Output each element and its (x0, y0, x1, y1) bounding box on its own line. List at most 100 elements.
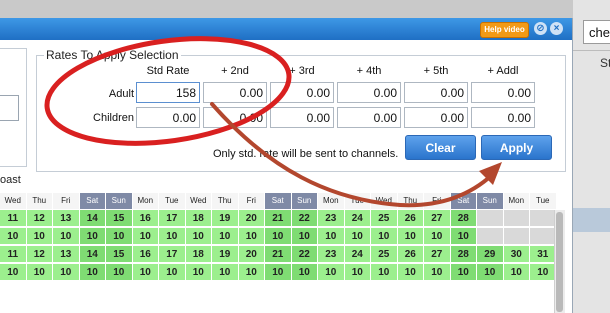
calendar-cell[interactable]: 14 (79, 246, 106, 263)
calendar-cell[interactable]: 10 (132, 228, 159, 245)
calendar-cell[interactable]: 10 (397, 264, 424, 281)
calendar-cell[interactable]: 10 (53, 228, 80, 245)
background-selected-row[interactable] (573, 208, 610, 232)
adult-2nd-input[interactable]: 0.00 (203, 82, 267, 103)
calendar-cell[interactable]: 12 (26, 210, 53, 227)
calendar-cell[interactable]: 13 (53, 246, 80, 263)
calendar-cell[interactable] (477, 228, 504, 245)
calendar-cell[interactable]: 25 (371, 210, 398, 227)
calendar-cell[interactable]: 10 (265, 264, 292, 281)
calendar-cell[interactable]: 10 (371, 228, 398, 245)
calendar-cell[interactable]: 10 (26, 228, 53, 245)
calendar-cell[interactable]: 28 (450, 210, 477, 227)
calendar-cell[interactable] (477, 210, 504, 227)
calendar-cell[interactable]: 16 (132, 246, 159, 263)
calendar-cell[interactable]: 26 (397, 246, 424, 263)
calendar-cell[interactable]: 10 (26, 264, 53, 281)
calendar-cell[interactable]: 10 (212, 228, 239, 245)
calendar-cell[interactable]: 11 (0, 246, 27, 263)
calendar-cell[interactable]: 24 (344, 246, 371, 263)
calendar-cell[interactable]: 10 (344, 264, 371, 281)
calendar-cell[interactable] (530, 228, 557, 245)
calendar-cell[interactable]: 13 (53, 210, 80, 227)
calendar-cell[interactable]: 16 (132, 210, 159, 227)
calendar-cell[interactable]: 10 (450, 264, 477, 281)
left-input-field[interactable] (0, 95, 19, 121)
calendar-cell[interactable]: 18 (185, 246, 212, 263)
calendar-cell[interactable]: 20 (238, 246, 265, 263)
calendar-cell[interactable]: 22 (291, 210, 318, 227)
calendar-cell[interactable]: 10 (106, 264, 133, 281)
clear-button[interactable]: Clear (405, 135, 476, 160)
calendar-cell[interactable]: 10 (238, 264, 265, 281)
calendar-cell[interactable]: 10 (79, 264, 106, 281)
calendar-cell[interactable]: 27 (424, 246, 451, 263)
children-3rd-input[interactable]: 0.00 (270, 107, 334, 128)
calendar-cell[interactable]: 15 (106, 246, 133, 263)
calendar-cell[interactable]: 10 (503, 264, 530, 281)
calendar-cell[interactable]: 22 (291, 246, 318, 263)
background-column-header[interactable]: Std (573, 50, 610, 74)
calendar-cell[interactable]: 18 (185, 210, 212, 227)
calendar-cell[interactable]: 10 (344, 228, 371, 245)
scrollbar-thumb[interactable] (556, 212, 563, 312)
calendar-cell[interactable]: 10 (79, 228, 106, 245)
calendar-cell[interactable]: 10 (450, 228, 477, 245)
calendar-cell[interactable]: 10 (318, 228, 345, 245)
children-std-rate-input[interactable]: 0.00 (136, 107, 200, 128)
calendar-cell[interactable]: 10 (477, 264, 504, 281)
calendar-cell[interactable]: 12 (26, 246, 53, 263)
background-search-input[interactable]: che (583, 20, 610, 44)
calendar-cell[interactable]: 10 (132, 264, 159, 281)
adult-5th-input[interactable]: 0.00 (404, 82, 468, 103)
minimize-icon[interactable]: ⊘ (534, 22, 547, 35)
calendar-cell[interactable]: 10 (53, 264, 80, 281)
calendar-cell[interactable]: 11 (0, 210, 27, 227)
calendar-cell[interactable] (530, 210, 557, 227)
calendar-cell[interactable]: 30 (503, 246, 530, 263)
calendar-cell[interactable]: 10 (424, 228, 451, 245)
adult-addl-input[interactable]: 0.00 (471, 82, 535, 103)
calendar-cell[interactable]: 10 (0, 228, 27, 245)
calendar-cell[interactable]: 29 (477, 246, 504, 263)
children-2nd-input[interactable]: 0.00 (203, 107, 267, 128)
calendar-scrollbar[interactable] (554, 210, 565, 313)
calendar-cell[interactable]: 10 (238, 228, 265, 245)
calendar-cell[interactable]: 28 (450, 246, 477, 263)
calendar-cell[interactable]: 10 (185, 264, 212, 281)
calendar-cell[interactable]: 10 (159, 228, 186, 245)
calendar-cell[interactable]: 10 (291, 228, 318, 245)
calendar-cell[interactable]: 17 (159, 246, 186, 263)
calendar-cell[interactable] (503, 228, 530, 245)
close-icon[interactable]: × (550, 22, 563, 35)
dialog-title-bar[interactable]: Help video ⊘ × (0, 18, 572, 40)
apply-button[interactable]: Apply (481, 135, 552, 160)
adult-4th-input[interactable]: 0.00 (337, 82, 401, 103)
calendar-cell[interactable]: 20 (238, 210, 265, 227)
calendar-cell[interactable]: 17 (159, 210, 186, 227)
calendar-cell[interactable]: 15 (106, 210, 133, 227)
adult-std-rate-input[interactable]: 158 (136, 82, 200, 103)
children-5th-input[interactable]: 0.00 (404, 107, 468, 128)
calendar-cell[interactable]: 10 (318, 264, 345, 281)
calendar-cell[interactable] (503, 210, 530, 227)
calendar-cell[interactable]: 31 (530, 246, 557, 263)
calendar-cell[interactable]: 10 (0, 264, 27, 281)
calendar-cell[interactable]: 26 (397, 210, 424, 227)
calendar-cell[interactable]: 10 (106, 228, 133, 245)
help-video-button[interactable]: Help video (480, 22, 529, 38)
calendar-cell[interactable]: 10 (424, 264, 451, 281)
calendar-cell[interactable]: 10 (185, 228, 212, 245)
calendar-cell[interactable]: 10 (159, 264, 186, 281)
children-addl-input[interactable]: 0.00 (471, 107, 535, 128)
calendar-cell[interactable]: 23 (318, 210, 345, 227)
adult-3rd-input[interactable]: 0.00 (270, 82, 334, 103)
calendar-cell[interactable]: 10 (212, 264, 239, 281)
calendar-cell[interactable]: 21 (265, 210, 292, 227)
children-4th-input[interactable]: 0.00 (337, 107, 401, 128)
calendar-cell[interactable]: 10 (530, 264, 557, 281)
calendar-cell[interactable]: 24 (344, 210, 371, 227)
calendar-cell[interactable]: 14 (79, 210, 106, 227)
calendar-cell[interactable]: 23 (318, 246, 345, 263)
calendar-cell[interactable]: 25 (371, 246, 398, 263)
